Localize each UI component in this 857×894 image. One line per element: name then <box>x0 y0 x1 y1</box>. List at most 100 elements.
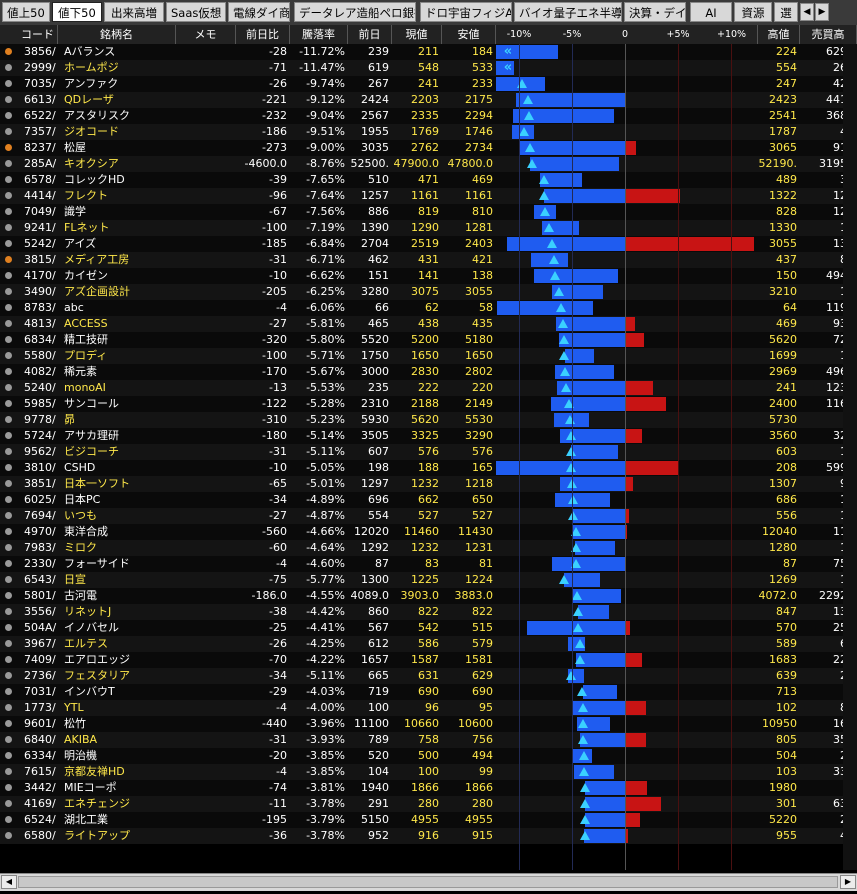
table-row[interactable]: 7983/ミロク-60-4.64%129212321231128018 <box>0 540 857 556</box>
cell-code[interactable]: 6580/ <box>18 828 58 844</box>
cell-code[interactable]: 3815/ <box>18 252 58 268</box>
cell-code[interactable]: 7409/ <box>18 652 58 668</box>
table-row[interactable]: 9601/松竹-440-3.96%11100106601060010950160 <box>0 716 857 732</box>
cell-name[interactable]: 稀元素 <box>58 364 176 380</box>
cell-code[interactable]: 2999/ <box>18 60 58 76</box>
cell-name[interactable]: エネチェンジ <box>58 796 176 812</box>
scroll-left-button[interactable]: ◀ <box>1 875 17 889</box>
table-row[interactable]: 6578/コレックHD-39-7.65%51047146948934 <box>0 172 857 188</box>
table-row[interactable]: 6613/QDレーザ -221 -9.12% 2424 2203 2175 2423 4415 <box>0 92 857 108</box>
cell-name[interactable]: アンファク <box>58 76 176 92</box>
column-header-memo[interactable]: メモ <box>176 25 236 44</box>
table-row[interactable]: 6025/日本PC-34-4.89%69666265068614 <box>0 492 857 508</box>
cell-code[interactable]: 4170/ <box>18 268 58 284</box>
cell-code[interactable]: 6834/ <box>18 332 58 348</box>
cell-code[interactable]: 7983/ <box>18 540 58 556</box>
table-row[interactable]: 2736/フェスタリア-34-5.11%66563162963929 <box>0 668 857 684</box>
cell-code[interactable]: 6524/ <box>18 812 58 828</box>
table-row[interactable]: 8237/松屋-273-9.00%3035276227343065916 <box>0 140 857 156</box>
table-row[interactable]: 4813/ACCESS-27-5.81%465438435469937 <box>0 316 857 332</box>
cell-name[interactable]: アスタリスク <box>58 108 176 124</box>
cell-name[interactable]: エルテス <box>58 636 176 652</box>
cell-code[interactable]: 9778/ <box>18 412 58 428</box>
table-row[interactable]: 2999/ホームポジ-71-11.47%619548533554265« <box>0 60 857 76</box>
column-header-high[interactable]: 高値 <box>758 25 800 44</box>
column-header-prev[interactable]: 前日 <box>348 25 392 44</box>
tab-10[interactable]: 資源 <box>734 2 772 22</box>
column-header-cur[interactable]: 現値 <box>392 25 442 44</box>
cell-name[interactable]: ACCESS <box>58 316 176 332</box>
cell-name[interactable]: フェスタリア <box>58 668 176 684</box>
table-row[interactable]: 7035/アンファク-26-9.74%267241233247421 <box>0 76 857 92</box>
column-header-code[interactable]: コード <box>18 25 58 44</box>
cell-code[interactable]: 6840/ <box>18 732 58 748</box>
table-row[interactable]: 6522/アスタリスク -232 -9.04% 2567 2335 2294 2541 368… <box>0 108 857 124</box>
table-row[interactable]: 9241/FLネット-100-7.19%139012901281133011 <box>0 220 857 236</box>
table-row[interactable]: 3851/日本一ソフト-65-5.01%129712321218130790 <box>0 476 857 492</box>
cell-name[interactable]: Aバランス <box>58 44 176 60</box>
tab-11[interactable]: 選 <box>774 2 798 22</box>
tab-2[interactable]: 出来高増 <box>104 2 164 22</box>
cell-name[interactable]: 湖北工業 <box>58 812 176 828</box>
cell-name[interactable]: ジオコード <box>58 124 176 140</box>
cell-code[interactable]: 5580/ <box>18 348 58 364</box>
table-row[interactable]: 5580/プロディ-100-5.71%175016501650169911 <box>0 348 857 364</box>
tab-9[interactable]: AI <box>690 2 732 22</box>
cell-code[interactable]: 3810/ <box>18 460 58 476</box>
table-row[interactable]: 5985/サンコール -122 -5.28% 2310 2188 2149 2400 1164 <box>0 396 857 412</box>
table-row[interactable]: 285A/キオクシア -4600.0 -8.76% 52500. 47900.0 4780… <box>0 156 857 172</box>
table-row[interactable]: 3967/エルテス-26-4.25%61258657958960 <box>0 636 857 652</box>
cell-code[interactable]: 3856/ <box>18 44 58 60</box>
cell-name[interactable]: ビジコーチ <box>58 444 176 460</box>
cell-name[interactable]: カイゼン <box>58 268 176 284</box>
cell-code[interactable]: 4813/ <box>18 316 58 332</box>
cell-code[interactable]: 7031/ <box>18 684 58 700</box>
table-row[interactable]: 6840/AKIBA-31-3.93%789758756805358 <box>0 732 857 748</box>
table-row[interactable]: 4414/フレクト-96-7.64%1257116111611322125 <box>0 188 857 204</box>
cell-name[interactable]: いつも <box>58 508 176 524</box>
cell-code[interactable]: 6578/ <box>18 172 58 188</box>
table-row[interactable]: 7409/エアロエッジ-70-4.22%1657158715811683226 <box>0 652 857 668</box>
tab-scroll-left[interactable]: ◀ <box>800 3 814 21</box>
table-row[interactable]: 2330/フォーサイド-4-4.60%87838187755 <box>0 556 857 572</box>
cell-name[interactable]: AKIBA <box>58 732 176 748</box>
cell-code[interactable]: 1773/ <box>18 700 58 716</box>
cell-name[interactable]: メディア工房 <box>58 252 176 268</box>
cell-name[interactable]: FLネット <box>58 220 176 236</box>
cell-code[interactable]: 3490/ <box>18 284 58 300</box>
tab-8[interactable]: 決算・デイ <box>624 2 686 22</box>
cell-name[interactable]: 東洋合成 <box>58 524 176 540</box>
cell-name[interactable]: monoAI <box>58 380 176 396</box>
cell-code[interactable]: 4414/ <box>18 188 58 204</box>
column-header-vol[interactable]: 売買高 <box>800 25 857 44</box>
cell-code[interactable]: 6522/ <box>18 108 58 124</box>
column-header-chg[interactable]: 前日比 <box>236 25 290 44</box>
table-row[interactable]: 6543/日宣-75-5.77%130012251224126913 <box>0 572 857 588</box>
table-row[interactable]: 9562/ビジコーチ-31-5.11%60757657660310 <box>0 444 857 460</box>
tab-1[interactable]: 値下50 <box>52 2 102 22</box>
cell-name[interactable]: サンコール <box>58 396 176 412</box>
table-row[interactable]: 5724/アサカ理研-180-5.14%3505332532903560325 <box>0 428 857 444</box>
table-row[interactable]: 5242/アイズ-185-6.84%2704251924033055130 <box>0 236 857 252</box>
table-row[interactable]: 6834/精工技研-320-5.80%5520520051805620726 <box>0 332 857 348</box>
cell-code[interactable]: 2330/ <box>18 556 58 572</box>
cell-code[interactable]: 9601/ <box>18 716 58 732</box>
cell-code[interactable]: 8237/ <box>18 140 58 156</box>
scroll-right-button[interactable]: ▶ <box>840 875 856 889</box>
table-row[interactable]: 7694/いつも-27-4.87%55452752755615 <box>0 508 857 524</box>
cell-code[interactable]: 504A/ <box>18 620 58 636</box>
cell-name[interactable]: 京都友禅HD <box>58 764 176 780</box>
tab-7[interactable]: バイオ量子エネ半導 <box>514 2 622 22</box>
cell-name[interactable]: 昴 <box>58 412 176 428</box>
table-row[interactable]: 7357/ジオコード-186-9.51%195517691746178740 <box>0 124 857 140</box>
cell-code[interactable]: 6334/ <box>18 748 58 764</box>
cell-code[interactable]: 6613/ <box>18 92 58 108</box>
tab-5[interactable]: データレア造船ペロ銀行 <box>294 2 416 22</box>
cell-name[interactable]: 識学 <box>58 204 176 220</box>
table-row[interactable]: 6580/ライトアップ-36-3.78%95291691595548 <box>0 828 857 844</box>
cell-name[interactable]: 松屋 <box>58 140 176 156</box>
cell-name[interactable]: リネットJ <box>58 604 176 620</box>
cell-code[interactable]: 3442/ <box>18 780 58 796</box>
cell-code[interactable]: 7615/ <box>18 764 58 780</box>
tab-scroll-right[interactable]: ▶ <box>815 3 829 21</box>
